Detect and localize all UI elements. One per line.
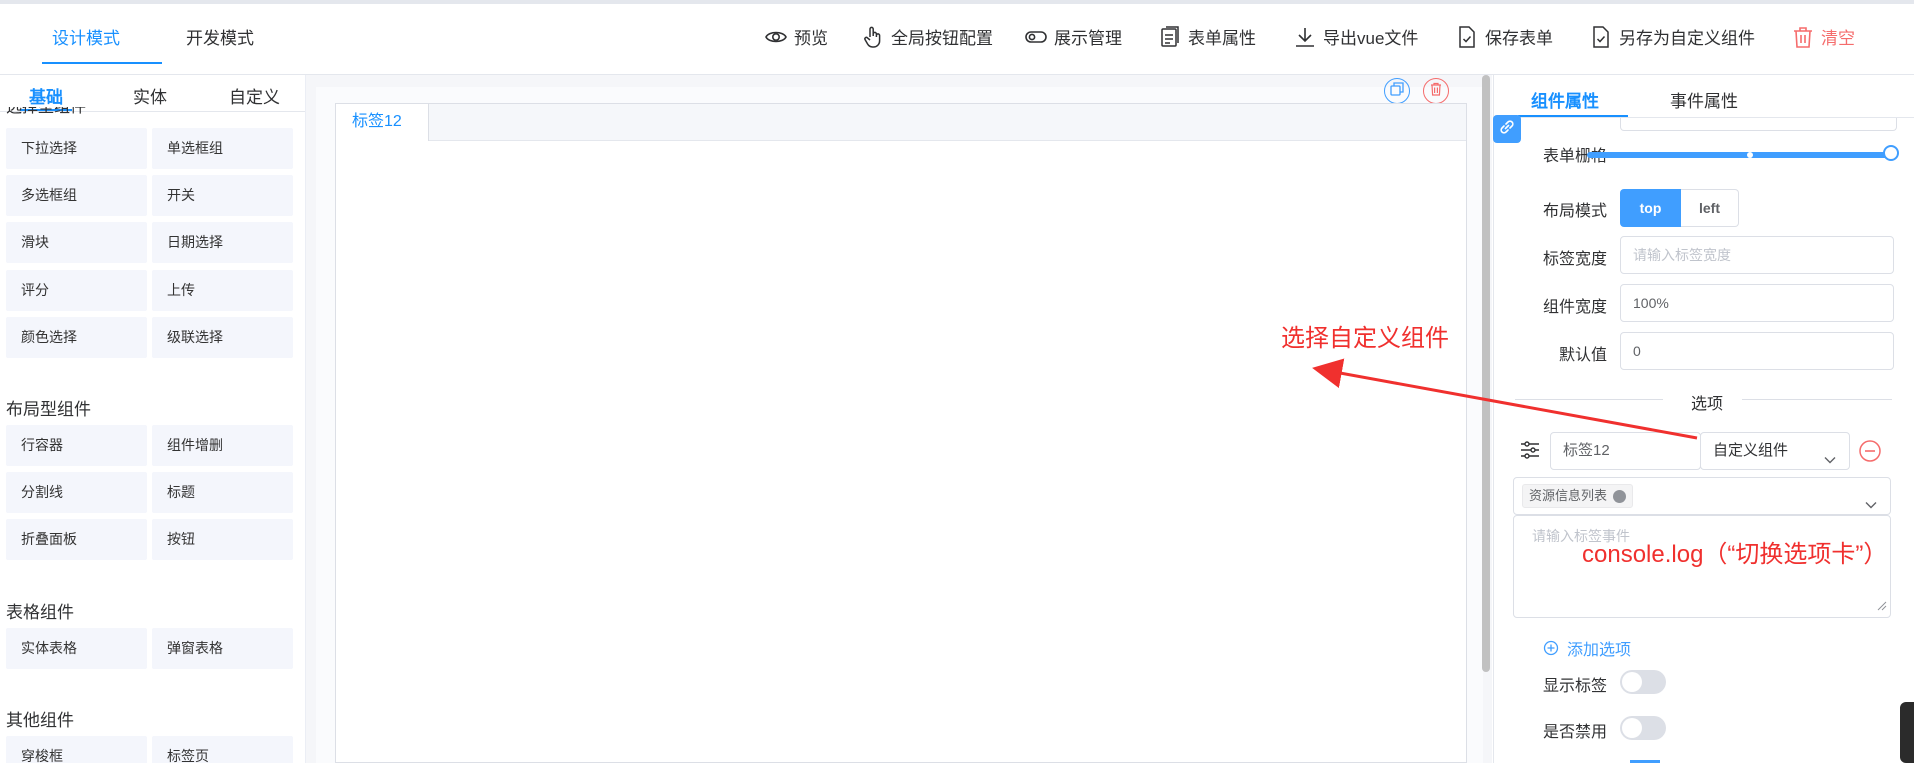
annotation-arrow: [1312, 358, 1698, 440]
annotation-select-custom: 选择自定义组件: [1281, 325, 1449, 352]
annotation-console-log: console.log（“切换选项卡”）: [1582, 541, 1888, 568]
